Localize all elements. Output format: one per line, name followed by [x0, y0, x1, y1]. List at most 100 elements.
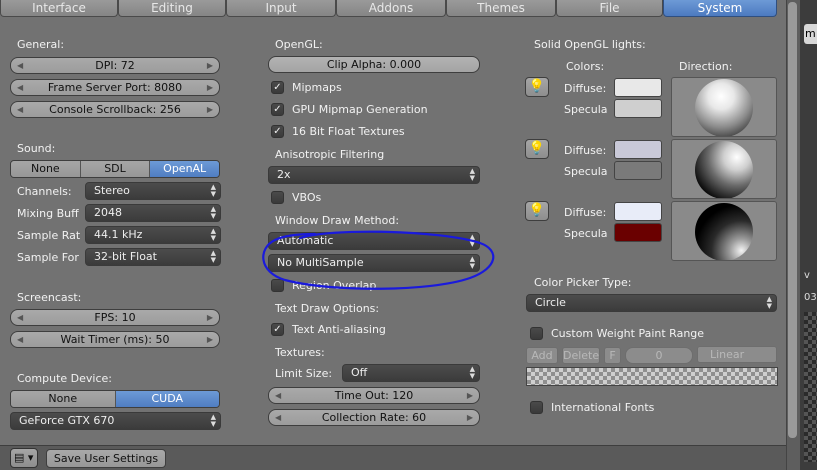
updown-icon: ▲ ▼ — [469, 233, 475, 248]
mipmaps-label: Mipmaps — [292, 81, 342, 94]
light-3-specular-swatch[interactable] — [614, 223, 662, 242]
channels-label: Channels: — [17, 185, 72, 198]
sound-sdl-option[interactable]: SDL — [80, 161, 151, 177]
frame-server-port-field[interactable]: ◀ Frame Server Port: 8080 ▶ — [10, 79, 220, 96]
multisample-dropdown[interactable]: No MultiSample ▲ ▼ — [268, 254, 480, 272]
region-overlap-label: Region Overlap — [292, 279, 377, 292]
light-1-direction[interactable] — [671, 77, 777, 137]
weight-color-ramp[interactable] — [526, 367, 778, 386]
weight-delete-button[interactable]: Delete — [562, 347, 600, 364]
compute-device-header: Compute Device: — [17, 372, 112, 385]
light-2-specular-swatch[interactable] — [614, 161, 662, 180]
limit-size-label: Limit Size: — [275, 367, 333, 380]
light-1-specular-swatch[interactable] — [614, 99, 662, 118]
updown-icon: ▲ ▼ — [766, 295, 772, 310]
vbos-checkbox[interactable] — [271, 191, 284, 204]
console-scrollback-field[interactable]: ◀ Console Scrollback: 256 ▶ — [10, 101, 220, 118]
light-2-sphere — [695, 141, 753, 198]
updown-icon: ▲ ▼ — [210, 227, 216, 242]
light-1-toggle-lightbulb-icon[interactable]: 💡 — [525, 77, 549, 97]
adjacent-editor-label-v: v — [804, 270, 810, 281]
sample-rate-label: Sample Rat — [17, 229, 81, 242]
sample-format-dropdown[interactable]: 32-bit Float ▲ ▼ — [85, 248, 221, 266]
light-1-diffuse-swatch[interactable] — [614, 78, 662, 97]
tab-themes[interactable]: Themes — [446, 0, 556, 17]
anisotropic-label: Anisotropic Filtering — [275, 148, 385, 161]
text-antialiasing-label: Text Anti-aliasing — [292, 323, 386, 336]
compute-cuda-option[interactable]: CUDA — [115, 391, 219, 407]
text-antialiasing-checkbox[interactable]: ✓ — [271, 323, 284, 336]
mixing-buffer-dropdown[interactable]: 2048 ▲ ▼ — [85, 204, 221, 222]
updown-icon: ▲ ▼ — [469, 365, 475, 380]
sound-header: Sound: — [17, 142, 56, 155]
light-2-diffuse-label: Diffuse: — [564, 144, 607, 157]
weight-f-button[interactable]: F — [604, 347, 621, 364]
clip-alpha-field[interactable]: Clip Alpha: 0.000 — [268, 56, 480, 73]
light-1-diffuse-label: Diffuse: — [564, 82, 607, 95]
opengl-header: OpenGL: — [275, 38, 323, 51]
anisotropic-dropdown[interactable]: 2x ▲ ▼ — [268, 166, 480, 184]
international-fonts-checkbox[interactable] — [530, 401, 543, 414]
weight-paint-checkbox[interactable] — [530, 327, 543, 340]
light-2-toggle-lightbulb-icon[interactable]: 💡 — [525, 139, 549, 159]
updown-icon: ▲ ▼ — [469, 255, 475, 270]
color-picker-dropdown[interactable]: Circle ▲ ▼ — [526, 294, 777, 312]
sound-device-selector: None SDL OpenAL — [10, 160, 220, 178]
mipmaps-checkbox[interactable]: ✓ — [271, 81, 284, 94]
light-3-toggle-lightbulb-icon[interactable]: 💡 — [525, 201, 549, 221]
mixing-buffer-label: Mixing Buff — [17, 207, 79, 220]
light-2-specular-label: Specula — [564, 165, 608, 178]
tab-file[interactable]: File — [556, 0, 663, 17]
light-3-direction[interactable] — [671, 201, 777, 261]
adjacent-editor-label-03: 03 — [804, 292, 817, 303]
direction-label: Direction: — [679, 60, 733, 73]
weight-value-field[interactable]: 0 — [625, 347, 693, 364]
sample-rate-dropdown[interactable]: 44.1 kHz ▲ ▼ — [85, 226, 221, 244]
dpi-field[interactable]: ◀ DPI: 72 ▶ — [10, 57, 220, 74]
tab-editing[interactable]: Editing — [118, 0, 226, 17]
text-draw-label: Text Draw Options: — [275, 302, 380, 315]
light-3-diffuse-label: Diffuse: — [564, 206, 607, 219]
sound-openal-option[interactable]: OpenAL — [150, 161, 219, 177]
sound-none-option[interactable]: None — [11, 161, 81, 177]
light-1-specular-label: Specula — [564, 103, 608, 116]
updown-icon: ▲ ▼ — [469, 167, 475, 182]
region-overlap-checkbox[interactable] — [271, 279, 284, 292]
tab-input[interactable]: Input — [226, 0, 336, 17]
light-1-sphere — [695, 79, 753, 136]
compute-device-selector: None CUDA — [10, 390, 220, 408]
weight-add-button[interactable]: Add — [526, 347, 558, 364]
tab-bar: Interface Editing Input Addons Themes Fi… — [0, 0, 777, 17]
tab-interface[interactable]: Interface — [0, 0, 118, 17]
adjacent-editor-tab[interactable]: m — [804, 24, 817, 44]
light-2-direction[interactable] — [671, 139, 777, 199]
fps-field[interactable]: ◀ FPS: 10 ▶ — [10, 309, 220, 326]
light-3-diffuse-swatch[interactable] — [614, 202, 662, 221]
light-3-sphere — [695, 203, 753, 260]
time-out-field[interactable]: ◀ Time Out: 120 ▶ — [268, 387, 480, 404]
tab-addons[interactable]: Addons — [336, 0, 446, 17]
light-2-diffuse-swatch[interactable] — [614, 140, 662, 159]
weight-interpolation-dropdown[interactable]: Linear — [697, 346, 777, 363]
solid-lights-header: Solid OpenGL lights: — [534, 38, 646, 51]
scrollbar-thumb[interactable] — [788, 2, 797, 438]
gpu-mipmap-checkbox[interactable]: ✓ — [271, 103, 284, 116]
window-draw-label: Window Draw Method: — [275, 214, 400, 227]
wait-timer-field[interactable]: ◀ Wait Timer (ms): 50 ▶ — [10, 331, 220, 348]
limit-size-dropdown[interactable]: Off ▲ ▼ — [342, 364, 480, 382]
updown-icon: ▲ ▼ — [210, 413, 216, 428]
textures-label: Textures: — [275, 346, 325, 359]
window-draw-dropdown[interactable]: Automatic ▲ ▼ — [268, 232, 480, 250]
tab-system[interactable]: System — [663, 0, 777, 17]
save-user-settings-button[interactable]: Save User Settings — [46, 449, 166, 468]
float-textures-checkbox[interactable]: ✓ — [271, 125, 284, 138]
editor-type-button[interactable]: ▤ ▾ — [10, 448, 38, 468]
weight-paint-label: Custom Weight Paint Range — [551, 327, 705, 340]
channels-dropdown[interactable]: Stereo ▲ ▼ — [85, 182, 221, 200]
collection-rate-field[interactable]: ◀ Collection Rate: 60 ▶ — [268, 409, 480, 426]
sample-format-label: Sample For — [17, 251, 79, 264]
compute-gpu-dropdown[interactable]: GeForce GTX 670 ▲ ▼ — [10, 412, 221, 430]
compute-none-option[interactable]: None — [11, 391, 116, 407]
float-textures-label: 16 Bit Float Textures — [292, 125, 405, 138]
light-3-specular-label: Specula — [564, 227, 608, 240]
